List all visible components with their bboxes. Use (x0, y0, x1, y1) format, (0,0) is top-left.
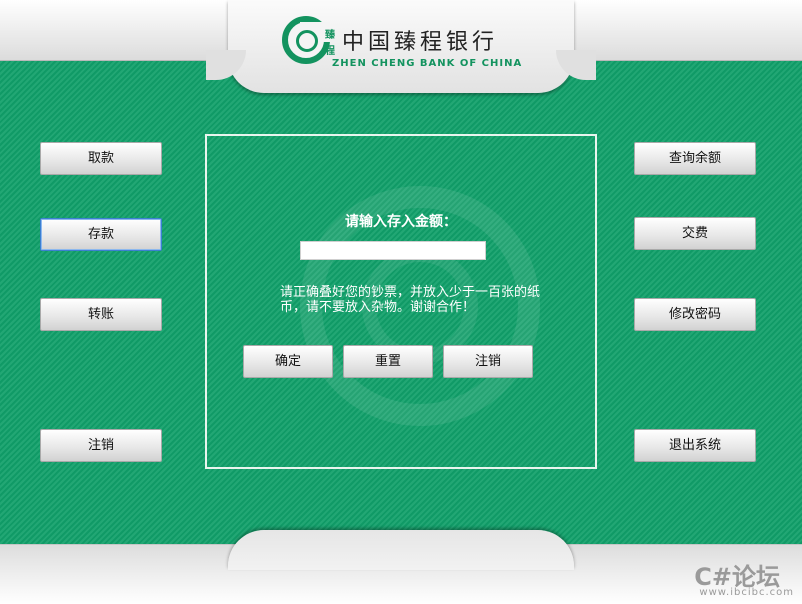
withdraw-button[interactable]: 取款 (40, 142, 162, 175)
deposit-notice: 请正确叠好您的钞票，并放入少于一百张的纸币，请不要放入杂物。谢谢合作！ (280, 285, 541, 315)
footer-plate (228, 530, 574, 570)
pay-fees-button[interactable]: 交费 (634, 217, 756, 250)
confirm-button[interactable]: 确定 (243, 345, 333, 378)
cancel-button[interactable]: 注销 (443, 345, 533, 378)
transfer-button[interactable]: 转账 (40, 298, 162, 331)
logo-inner-ring (296, 30, 318, 52)
watermark-url: www.ibcibc.com (699, 587, 794, 598)
logout-button[interactable]: 注销 (40, 429, 162, 462)
reset-button[interactable]: 重置 (343, 345, 433, 378)
deposit-amount-input[interactable] (300, 241, 486, 260)
deposit-button[interactable]: 存款 (40, 218, 162, 251)
change-password-button[interactable]: 修改密码 (634, 298, 756, 331)
logo-char-top: 臻 (325, 30, 335, 41)
logo-char-bottom: 程 (325, 46, 335, 57)
balance-inquiry-button[interactable]: 查询余额 (634, 142, 756, 175)
exit-system-button[interactable]: 退出系统 (634, 429, 756, 462)
bank-name-english: ZHEN CHENG BANK OF CHINA (332, 58, 523, 69)
deposit-prompt: 请输入存入金额： (345, 214, 457, 230)
bank-name: 中国臻程银行 (342, 30, 499, 55)
